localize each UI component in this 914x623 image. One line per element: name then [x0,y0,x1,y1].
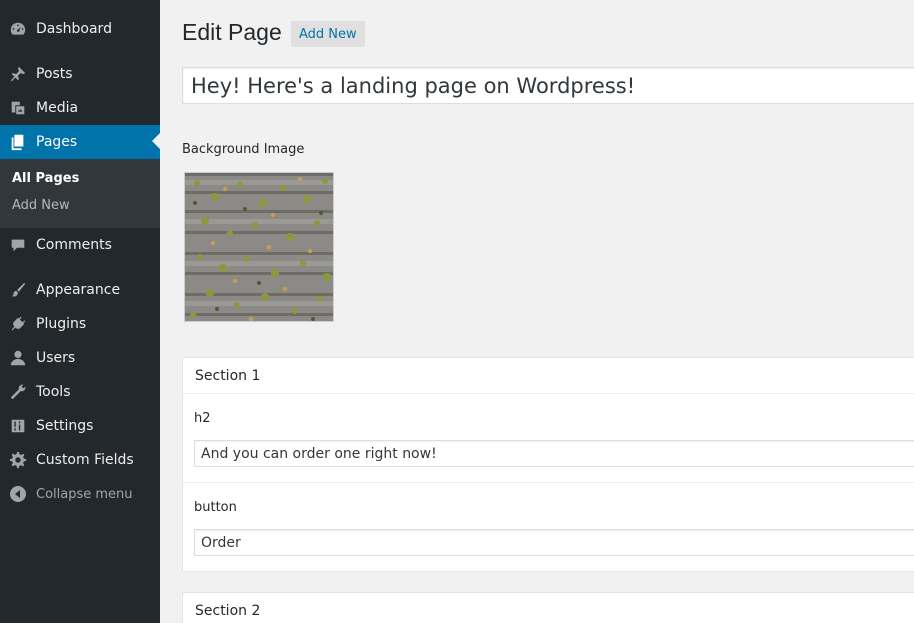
paintbrush-icon [0,273,36,307]
background-image-thumbnail[interactable] [184,172,334,322]
pin-icon [0,57,36,91]
menu-pages-label: Pages [36,134,78,150]
menu-users-label: Users [36,350,76,366]
media-icon [0,91,36,125]
button-field-label: button [194,500,237,515]
menu-settings[interactable]: Settings [0,409,160,443]
menu-comments-label: Comments [36,237,112,253]
section-1-panel: Section 1 h2 button [182,357,914,572]
page-title: Edit Page [182,19,282,45]
menu-plugins[interactable]: Plugins [0,307,160,341]
menu-custom-fields[interactable]: Custom Fields [0,443,160,477]
button-field-input[interactable] [194,529,914,556]
gear-icon [0,443,36,477]
wood-planks-image [185,173,333,321]
settings-sliders-icon [0,409,36,443]
menu-comments[interactable]: Comments [0,228,160,262]
h2-field-input[interactable] [194,440,914,467]
menu-media-label: Media [36,100,79,116]
field-divider [183,482,914,483]
comment-icon [0,228,36,262]
background-image-label: Background Image [182,142,305,157]
menu-appearance-label: Appearance [36,282,121,298]
menu-posts[interactable]: Posts [0,57,160,91]
dashboard-icon [0,12,36,46]
plug-icon [0,307,36,341]
menu-users[interactable]: Users [0,341,160,375]
section-2-panel: Section 2 [182,592,914,623]
menu-dashboard[interactable]: Dashboard [0,12,160,46]
menu-custom-fields-label: Custom Fields [36,452,134,468]
user-icon [0,341,36,375]
menu-settings-label: Settings [36,418,94,434]
menu-media[interactable]: Media [0,91,160,125]
pages-icon [0,125,36,159]
post-title-input[interactable] [182,67,914,104]
section-2-title[interactable]: Section 2 [183,593,914,623]
main-content: Edit Page Add New Background Image [160,0,914,623]
menu-tools-label: Tools [36,384,71,400]
wrench-icon [0,375,36,409]
admin-sidebar: Dashboard Posts Media Pages All Pages Ad… [0,0,160,623]
add-new-button[interactable]: Add New [291,21,365,47]
submenu-add-new[interactable]: Add New [12,198,70,213]
collapse-menu-label: Collapse menu [36,486,133,502]
collapse-arrow-icon [0,486,36,502]
menu-posts-label: Posts [36,66,73,82]
menu-tools[interactable]: Tools [0,375,160,409]
menu-plugins-label: Plugins [36,316,87,332]
pages-submenu: All Pages Add New [0,159,160,228]
h2-field-label: h2 [194,411,211,426]
menu-dashboard-label: Dashboard [36,21,112,37]
collapse-menu-button[interactable]: Collapse menu [0,481,160,507]
section-1-title[interactable]: Section 1 [183,358,914,394]
menu-appearance[interactable]: Appearance [0,273,160,307]
submenu-all-pages[interactable]: All Pages [12,171,79,186]
menu-pages[interactable]: Pages [0,125,160,159]
